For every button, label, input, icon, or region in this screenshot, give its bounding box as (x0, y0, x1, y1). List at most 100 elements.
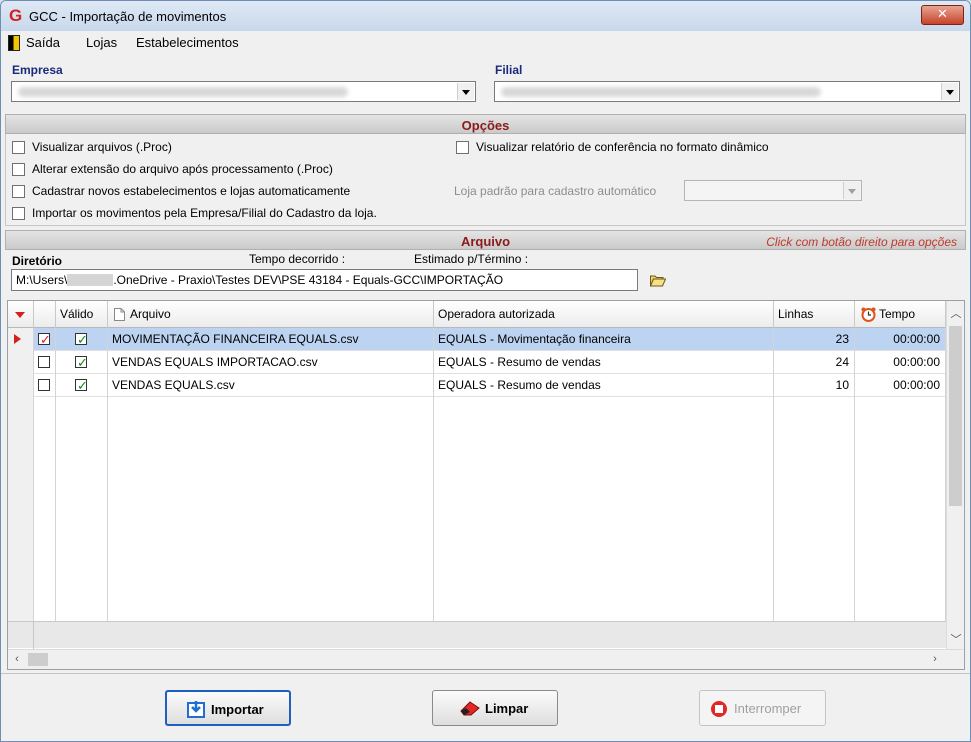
grid-empty-area (8, 397, 946, 621)
empresa-label: Empresa (12, 63, 63, 77)
row-indicator (8, 328, 34, 351)
current-row-arrow-icon (14, 334, 21, 344)
column-arquivo[interactable]: Arquivo (108, 301, 434, 328)
cell-linhas: 23 (774, 328, 855, 351)
table-row[interactable]: ✓ ✓ MOVIMENTAÇÃO FINANCEIRA EQUALS.csv E… (8, 328, 946, 351)
loja-padrao-label: Loja padrão para cadastro automático (454, 184, 657, 198)
column-valido[interactable]: Válido (56, 301, 108, 328)
opcoes-title: Opções (461, 118, 510, 133)
checkbox-label: Cadastrar novos estabelecimentos e lojas… (32, 184, 351, 198)
scroll-thumb[interactable] (28, 653, 48, 666)
checkbox-importar-empresa-filial[interactable] (12, 207, 25, 220)
vertical-scrollbar[interactable]: ︿ ﹀ (946, 301, 964, 649)
alarm-clock-icon (861, 307, 876, 322)
select-column-header[interactable] (34, 301, 56, 328)
cell-arquivo: VENDAS EQUALS.csv (108, 374, 434, 397)
estimado-termino-label: Estimado p/Término : (414, 252, 529, 266)
column-arquivo-label: Arquivo (130, 307, 171, 321)
path-redacted (67, 274, 114, 286)
checkbox-alterar-extensao[interactable] (12, 163, 25, 176)
eraser-icon (460, 701, 480, 716)
importar-label: Importar (211, 702, 264, 717)
diretorio-label: Diretório (12, 254, 63, 268)
grid-header: Válido Arquivo Operadora autorizada Linh… (8, 301, 946, 328)
scroll-thumb[interactable] (949, 326, 962, 506)
scroll-left-icon[interactable]: ‹ (8, 653, 26, 665)
column-linhas[interactable]: Linhas (774, 301, 855, 328)
loja-padrao-select[interactable] (684, 180, 862, 201)
filial-select[interactable] (494, 81, 960, 102)
cell-arquivo: VENDAS EQUALS IMPORTACAO.csv (108, 351, 434, 374)
empresa-select[interactable] (11, 81, 476, 102)
arquivo-hint: Click com botão direito para opções (766, 235, 957, 249)
files-grid[interactable]: Válido Arquivo Operadora autorizada Linh… (7, 300, 965, 670)
row-select-checkbox[interactable]: ✓ (34, 328, 56, 351)
importar-button[interactable]: Importar (165, 690, 291, 726)
valid-checkbox: ✓ (56, 374, 108, 397)
cell-operadora: EQUALS - Resumo de vendas (434, 351, 774, 374)
valid-checkbox: ✓ (56, 328, 108, 351)
title-bar: G GCC - Importação de movimentos ✕ (1, 1, 970, 31)
path-suffix: .OneDrive - Praxio\Testes DEV\PSE 43184 … (113, 273, 504, 287)
chevron-down-icon[interactable] (843, 182, 860, 199)
menu-saida[interactable]: Saída (26, 35, 60, 50)
checkbox-label: Alterar extensão do arquivo após process… (32, 162, 333, 176)
scroll-right-icon[interactable]: › (926, 653, 944, 665)
path-prefix: M:\Users\ (16, 273, 68, 287)
table-row[interactable]: ✓ VENDAS EQUALS IMPORTACAO.csv EQUALS - … (8, 351, 946, 374)
cell-arquivo: MOVIMENTAÇÃO FINANCEIRA EQUALS.csv (108, 328, 434, 351)
interromper-button[interactable]: Interromper (699, 690, 826, 726)
main-window: G GCC - Importação de movimentos ✕ Saída… (0, 0, 971, 742)
checkbox-label: Importar os movimentos pela Empresa/Fili… (32, 206, 377, 220)
menu-lojas[interactable]: Lojas (86, 35, 117, 50)
file-icon (114, 308, 125, 321)
limpar-button[interactable]: Limpar (432, 690, 558, 726)
gcc-logo-icon: G (9, 6, 23, 25)
exit-door-icon (8, 35, 20, 51)
horizontal-scrollbar[interactable]: ‹ › (8, 649, 964, 669)
arquivo-header: Arquivo Click com botão direito para opç… (5, 230, 966, 250)
sort-indicator-icon[interactable] (8, 301, 34, 328)
directory-path-input[interactable]: M:\Users\ .OneDrive - Praxio\Testes DEV\P… (11, 269, 638, 291)
row-select-checkbox[interactable] (34, 351, 56, 374)
tempo-decorrido-label: Tempo decorrido : (249, 252, 346, 266)
filial-value-redacted (501, 87, 821, 97)
valid-checkbox: ✓ (56, 351, 108, 374)
chevron-down-icon[interactable] (457, 83, 474, 100)
cell-tempo: 00:00:00 (855, 351, 946, 374)
cell-operadora: EQUALS - Resumo de vendas (434, 374, 774, 397)
stop-icon (711, 701, 727, 717)
checkbox-label: Visualizar relatório de conferência no f… (476, 140, 769, 154)
cell-linhas: 10 (774, 374, 855, 397)
grid-footer (8, 621, 946, 649)
column-tempo[interactable]: Tempo (855, 301, 946, 328)
column-tempo-label: Tempo (879, 307, 916, 321)
row-indicator (8, 374, 34, 397)
scroll-down-icon[interactable]: ﹀ (947, 631, 965, 647)
limpar-label: Limpar (485, 701, 529, 716)
menu-estabelecimentos[interactable]: Estabelecimentos (136, 35, 239, 50)
column-operadora[interactable]: Operadora autorizada (434, 301, 774, 328)
chevron-down-icon[interactable] (941, 83, 958, 100)
row-select-checkbox[interactable] (34, 374, 56, 397)
empresa-value-redacted (18, 87, 348, 97)
filial-label: Filial (495, 63, 523, 77)
interromper-label: Interromper (734, 701, 802, 716)
opcoes-header: Opções (5, 114, 966, 134)
import-icon (187, 701, 205, 718)
row-indicator (8, 351, 34, 374)
table-row[interactable]: ✓ VENDAS EQUALS.csv EQUALS - Resumo de v… (8, 374, 946, 397)
opcoes-panel: Visualizar arquivos (.Proc) Alterar exte… (5, 134, 966, 226)
window-title: GCC - Importação de movimentos (29, 9, 227, 24)
folder-open-icon[interactable] (650, 274, 666, 287)
close-button[interactable]: ✕ (921, 5, 964, 25)
cell-linhas: 24 (774, 351, 855, 374)
checkbox-cadastrar-novos[interactable] (12, 185, 25, 198)
cell-operadora: EQUALS - Movimentação financeira (434, 328, 774, 351)
checkbox-label: Visualizar arquivos (.Proc) (32, 140, 172, 154)
scroll-up-icon[interactable]: ︿ (947, 305, 965, 321)
checkbox-relatorio-dinamico[interactable] (456, 141, 469, 154)
checkbox-visualizar-arquivos[interactable] (12, 141, 25, 154)
bottom-bar: Importar Limpar Interromper (1, 673, 970, 741)
menu-bar: Saída Lojas Estabelecimentos (1, 32, 970, 54)
